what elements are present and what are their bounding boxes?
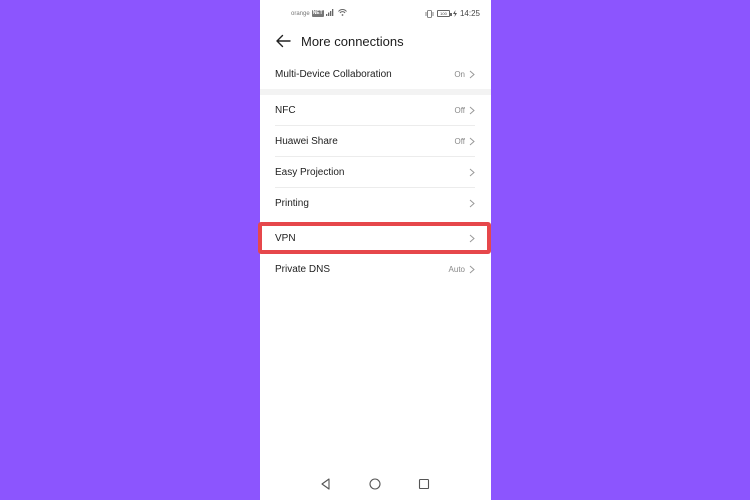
setting-multi-device-collaboration[interactable]: Multi-Device Collaboration On [275, 59, 475, 90]
setting-label: Private DNS [275, 264, 331, 275]
triangle-back-icon [321, 478, 330, 490]
setting-nfc[interactable]: NFC Off [275, 95, 475, 126]
setting-right: On [454, 70, 475, 79]
charging-icon [452, 10, 457, 17]
carrier-info: orange NET [291, 10, 324, 17]
page-title: More connections [301, 34, 404, 49]
chevron-right-icon [469, 199, 475, 208]
setting-value: Off [454, 106, 465, 115]
status-bar: orange NET 100 14:25 [260, 0, 491, 28]
cell-signal-icon [326, 9, 334, 16]
setting-easy-projection[interactable]: Easy Projection [275, 157, 475, 188]
arrow-left-icon [276, 34, 291, 48]
setting-label: NFC [275, 105, 296, 116]
setting-right [469, 234, 475, 243]
setting-right [469, 168, 475, 177]
setting-label: Easy Projection [275, 167, 345, 178]
chevron-right-icon [469, 137, 475, 146]
setting-label: VPN [275, 233, 296, 244]
setting-label: Huawei Share [275, 136, 338, 147]
setting-printing[interactable]: Printing [275, 188, 475, 219]
nav-back-button[interactable] [318, 476, 334, 492]
setting-right: Off [454, 137, 475, 146]
carrier-name: orange [291, 10, 310, 17]
network-badge: NET [311, 10, 324, 17]
square-recents-icon [418, 478, 430, 490]
wifi-icon [338, 9, 347, 16]
setting-right: Off [454, 106, 475, 115]
setting-right [469, 199, 475, 208]
chevron-right-icon [469, 168, 475, 177]
setting-value: Off [454, 137, 465, 146]
chevron-right-icon [469, 234, 475, 243]
setting-value: Auto [448, 265, 465, 274]
app-header: More connections [260, 28, 491, 56]
setting-right: Auto [449, 265, 475, 274]
phone-screen: orange NET 100 14:25 More connections Mu… [260, 0, 491, 500]
setting-huawei-share[interactable]: Huawei Share Off [275, 126, 475, 157]
nav-recents-button[interactable] [416, 476, 432, 492]
navigation-bar [260, 476, 491, 496]
nav-home-button[interactable] [367, 476, 383, 492]
vibrate-icon [425, 9, 434, 18]
circle-home-icon [369, 478, 381, 490]
signal-group [326, 9, 347, 16]
chevron-right-icon [469, 106, 475, 115]
setting-vpn[interactable]: VPN [275, 223, 475, 254]
chevron-right-icon [469, 265, 475, 274]
clock: 14:25 [459, 9, 480, 18]
back-button[interactable] [274, 32, 292, 50]
setting-value: On [454, 70, 465, 79]
battery-icon: 100 [436, 10, 452, 17]
setting-label: Multi-Device Collaboration [275, 69, 392, 80]
status-right: 100 14:25 [425, 9, 480, 18]
setting-private-dns[interactable]: Private DNS Auto [275, 254, 475, 285]
chevron-right-icon [469, 70, 475, 79]
setting-label: Printing [275, 198, 309, 209]
